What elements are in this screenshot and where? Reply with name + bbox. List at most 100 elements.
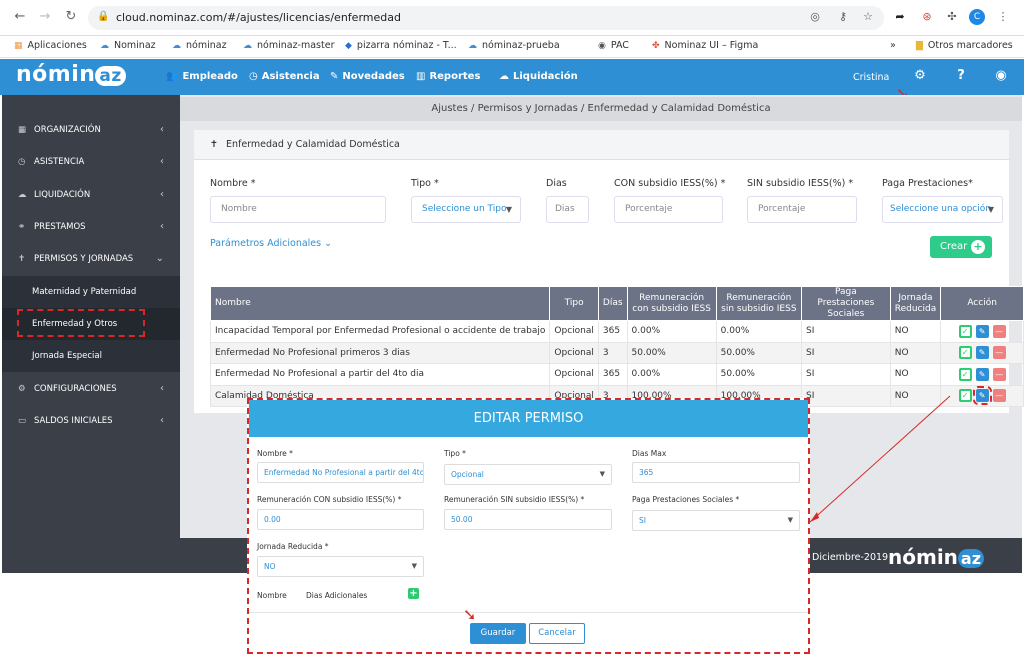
modal-nombre-input[interactable]: Enfermedad No Profesional a partir del 4…: [257, 462, 424, 483]
cancelar-button[interactable]: Cancelar: [529, 623, 585, 644]
minus-icon[interactable]: —: [992, 324, 1006, 338]
cloud-upload-icon: ☁: [499, 71, 509, 82]
modal-paga-select[interactable]: SI ▼: [632, 510, 800, 531]
location-icon[interactable]: ◎: [808, 10, 822, 24]
bookmarks-bar: ▦ Aplicaciones ☁ Nominaz ☁ nóminaz ☁ nóminaz…: [0, 36, 1024, 58]
col-nombre: Nombre: [209, 286, 551, 321]
address-bar[interactable]: 🔒 cloud.nominaz.com/#/ajustes/licencias/…: [88, 6, 884, 30]
user-account-icon[interactable]: ◉: [993, 68, 1009, 84]
sidebar-item-saldos-iniciales[interactable]: ▭ SALDOS INICIALES ‹: [2, 405, 180, 437]
sidebar-item-organizacion[interactable]: ▦ ORGANIZACIÓN ‹: [2, 114, 180, 146]
pencil-icon[interactable]: ✎: [975, 367, 989, 381]
cell-tipo: Opcional: [549, 320, 599, 343]
sidebar-item-prestamos[interactable]: ⚭ PRESTAMOS ‹: [2, 211, 180, 243]
tipo-select[interactable]: Seleccione un Tipo ▼: [411, 196, 521, 223]
check-icon[interactable]: ✓: [958, 346, 972, 360]
cell-sin: 50.00%: [715, 363, 803, 386]
cell-dias: 3: [597, 341, 628, 364]
modal-extra-label-dias: Dias Adicionales: [306, 591, 368, 600]
modal-jornada-select[interactable]: NO ▼: [257, 556, 424, 577]
sidebar-item-liquidacion[interactable]: ☁ LIQUIDACIÓN ‹: [2, 179, 180, 211]
sidebar-item-permisos-jornadas[interactable]: ✝ PERMISOS Y JORNADAS ⌄: [2, 243, 180, 275]
pencil-icon[interactable]: ✎: [972, 386, 992, 406]
col-jornada-reducida: Jornada Reducida: [889, 286, 942, 321]
key-icon[interactable]: ⚷: [836, 10, 850, 24]
chevron-left-icon: ‹: [160, 124, 164, 135]
chevron-down-icon: ⌄: [324, 238, 333, 249]
modal-tipo-select[interactable]: Opcional ▼: [444, 464, 612, 485]
extension-circle-icon[interactable]: ⊛: [920, 10, 934, 24]
parametros-adicionales-link[interactable]: Parámetros Adicionales ⌄: [210, 238, 332, 249]
nav-novedades[interactable]: ✎ Novedades: [330, 71, 405, 82]
paga-prestaciones-select[interactable]: Seleccione una opción ▼: [882, 196, 1003, 223]
person-icon: ✝: [18, 254, 26, 264]
minus-icon[interactable]: —: [992, 389, 1006, 403]
nav-asistencia[interactable]: ◷ Asistencia: [249, 71, 320, 82]
user-name[interactable]: Cristina: [853, 72, 889, 83]
crear-button[interactable]: Crear +: [930, 236, 992, 258]
bookmark-nominaz-2[interactable]: ☁ nóminaz: [172, 40, 227, 51]
con-subsidio-input[interactable]: Porcentaje: [614, 196, 723, 223]
nav-reportes[interactable]: ▥ Reportes: [416, 71, 480, 82]
sidebar-subitem-maternidad[interactable]: Maternidad y Paternidad: [2, 276, 180, 308]
star-icon[interactable]: ☆: [861, 10, 875, 24]
kebab-menu-icon[interactable]: ⋮: [996, 10, 1010, 24]
dias-input[interactable]: Dias: [546, 196, 589, 223]
modal-label-con: Remuneración CON subsidio IESS(%) *: [257, 495, 402, 504]
permisos-table: Nombre Tipo Días Remuneración con subsid…: [209, 286, 1024, 407]
bookmark-nominaz-prueba[interactable]: ☁ nóminaz-prueba: [468, 40, 560, 51]
bookmark-nominaz[interactable]: ☁ Nominaz: [100, 40, 156, 51]
label-con-subsidio: CON subsidio IESS(%) *: [614, 178, 726, 189]
back-icon[interactable]: ←: [12, 9, 28, 25]
sin-subsidio-input[interactable]: Porcentaje: [747, 196, 857, 223]
check-icon[interactable]: ✓: [958, 367, 972, 381]
modal-con-input[interactable]: 0.00: [257, 509, 424, 530]
url-text: cloud.nominaz.com/#/ajustes/licencias/en…: [116, 11, 401, 24]
bookmark-otros[interactable]: ▇ Otros marcadores: [916, 40, 1013, 51]
bookmark-apps[interactable]: ▦ Aplicaciones: [14, 40, 87, 51]
label-tipo: Tipo *: [411, 178, 439, 189]
chevron-left-icon: ‹: [160, 189, 164, 200]
chevron-left-icon: ‹: [160, 221, 164, 232]
sidebar-item-configuraciones[interactable]: ⚙ CONFIGURACIONES ‹: [2, 373, 180, 405]
nav-empleado[interactable]: 👥 Empleado: [166, 71, 238, 82]
footer-date: Diciembre-2019: [812, 552, 889, 563]
col-accion: Acción: [940, 286, 1024, 321]
pencil-icon[interactable]: ✎: [975, 346, 989, 360]
bookmarks-more[interactable]: »: [890, 40, 896, 51]
modal-sin-input[interactable]: 50.00: [444, 509, 612, 530]
profile-avatar[interactable]: C: [969, 9, 985, 25]
reload-icon[interactable]: ↻: [63, 9, 79, 25]
modal-dias-input[interactable]: 365: [632, 462, 800, 483]
chevron-left-icon: ‹: [160, 383, 164, 394]
app-logo[interactable]: nómin az: [16, 62, 126, 87]
label-sin-subsidio: SIN subsidio IESS(%) *: [747, 178, 854, 189]
settings-gears-icon[interactable]: ⚙: [912, 68, 928, 84]
add-plus-icon[interactable]: +: [408, 588, 419, 599]
nombre-input[interactable]: Nombre: [210, 196, 386, 223]
bookmark-nominaz-master[interactable]: ☁ nóminaz-master: [243, 40, 334, 51]
cell-con: 0.00%: [626, 320, 717, 343]
bookmark-figma[interactable]: ✤ Nominaz UI – Figma: [652, 40, 758, 51]
bookmark-pizarra[interactable]: ◆ pizarra nóminaz - T...: [345, 40, 457, 51]
guardar-button[interactable]: Guardar: [470, 623, 526, 644]
share-arrow-icon[interactable]: ➦: [893, 10, 907, 24]
sidebar-subitem-jornada-especial[interactable]: Jornada Especial: [2, 340, 180, 372]
minus-icon[interactable]: —: [992, 367, 1006, 381]
check-icon[interactable]: ✓: [958, 389, 972, 403]
cloud-icon: ☁: [172, 41, 181, 51]
modal-divider: [249, 612, 808, 613]
breadcrumb: Ajustes / Permisos y Jornadas / Enfermed…: [180, 97, 1022, 121]
forward-icon[interactable]: →: [37, 9, 53, 25]
sidebar-item-asistencia[interactable]: ◷ ASISTENCIA ‹: [2, 146, 180, 178]
pencil-icon[interactable]: ✎: [975, 324, 989, 338]
help-icon[interactable]: ?: [953, 68, 969, 84]
minus-icon[interactable]: —: [992, 346, 1006, 360]
table-row: Enfermedad No Profesional a partir del 4…: [209, 363, 1024, 386]
puzzle-icon[interactable]: ✣: [945, 10, 959, 24]
nav-liquidacion[interactable]: ☁ Liquidación: [499, 71, 578, 82]
label-paga-prestaciones: Paga Prestaciones*: [882, 178, 973, 189]
check-icon[interactable]: ✓: [958, 324, 972, 338]
cell-accion: ✓ ✎ —: [940, 320, 1024, 343]
bookmark-pac[interactable]: ◉ PAC: [598, 40, 629, 51]
